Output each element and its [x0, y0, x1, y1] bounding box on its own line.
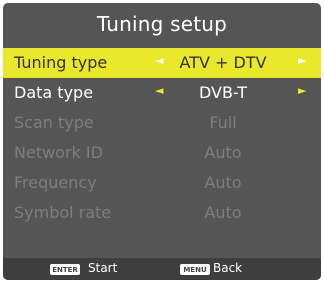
settings-list: Tuning type ◄ ATV + DTV ► Data type ◄ DV…	[3, 48, 321, 228]
setting-row-symbol-rate: Symbol rate Auto	[3, 198, 321, 228]
setting-value: ATV + DTV	[179, 53, 267, 72]
setting-value: Full	[209, 113, 237, 132]
setting-label: Symbol rate	[14, 203, 112, 222]
left-arrow-icon[interactable]: ◄	[155, 54, 163, 67]
start-hint[interactable]: Start	[88, 261, 117, 275]
setting-label: Data type	[14, 83, 94, 102]
setting-label: Scan type	[14, 113, 94, 132]
setting-value: Auto	[204, 203, 242, 222]
back-hint[interactable]: Back	[213, 261, 242, 275]
setting-label: Tuning type	[14, 53, 108, 72]
footer-hints: ENTER Start MENU Back	[3, 258, 321, 280]
enter-key-icon: ENTER	[50, 264, 80, 275]
setting-row-frequency: Frequency Auto	[3, 168, 321, 198]
tuning-setup-panel: Tuning setup Tuning type ◄ ATV + DTV ► D…	[3, 3, 321, 280]
setting-label: Frequency	[14, 173, 97, 192]
setting-value: DVB-T	[198, 83, 248, 102]
setting-row-data-type[interactable]: Data type ◄ DVB-T ►	[3, 78, 321, 108]
setting-value: Auto	[204, 143, 242, 162]
setting-label: Network ID	[14, 143, 103, 162]
right-arrow-icon[interactable]: ►	[298, 84, 306, 97]
setting-row-scan-type: Scan type Full	[3, 108, 321, 138]
menu-key-icon: MENU	[180, 264, 210, 275]
setting-row-network-id: Network ID Auto	[3, 138, 321, 168]
right-arrow-icon[interactable]: ►	[298, 54, 306, 67]
setting-value: Auto	[204, 173, 242, 192]
left-arrow-icon[interactable]: ◄	[155, 84, 163, 97]
setting-row-tuning-type[interactable]: Tuning type ◄ ATV + DTV ►	[3, 48, 321, 78]
menu-title: Tuning setup	[96, 12, 228, 36]
